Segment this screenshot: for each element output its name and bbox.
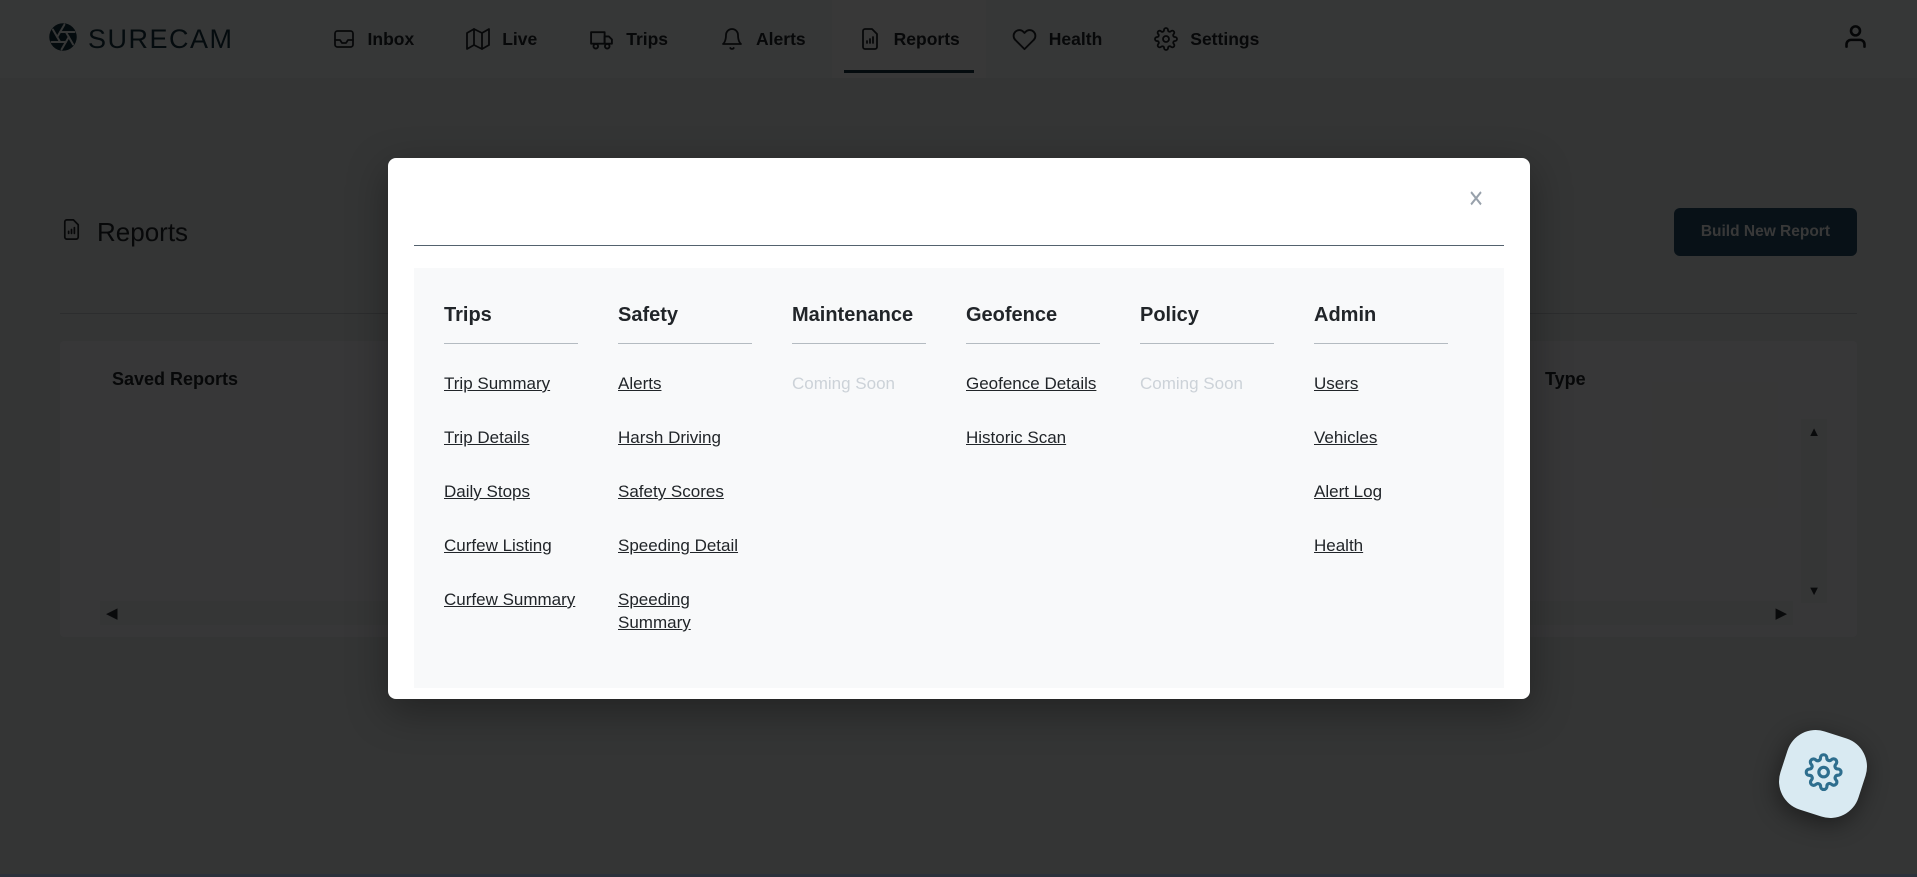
report-link-vehicles[interactable]: Vehicles — [1314, 426, 1448, 449]
modal-header: ✕ — [414, 158, 1504, 246]
report-link-harsh-driving[interactable]: Harsh Driving — [618, 426, 752, 449]
column-title: Trips — [444, 304, 578, 344]
report-link-curfew-listing[interactable]: Curfew Listing — [444, 534, 578, 557]
report-column-trips: Trips Trip Summary Trip Details Daily St… — [444, 304, 578, 688]
report-link-daily-stops[interactable]: Daily Stops — [444, 480, 578, 503]
column-title: Admin — [1314, 304, 1448, 344]
column-title: Maintenance — [792, 304, 926, 344]
report-column-safety: Safety Alerts Harsh Driving Safety Score… — [618, 304, 752, 688]
close-icon[interactable]: ✕ — [1468, 188, 1484, 212]
coming-soon-label: Coming Soon — [792, 374, 896, 393]
report-link-trip-summary[interactable]: Trip Summary — [444, 372, 578, 395]
report-column-maintenance: Maintenance Coming Soon — [792, 304, 926, 688]
coming-soon-label: Coming Soon — [1140, 374, 1244, 393]
report-link-speeding-detail[interactable]: Speeding Detail — [618, 534, 752, 557]
report-column-geofence: Geofence Geofence Details Historic Scan — [966, 304, 1100, 688]
report-link-safety-scores[interactable]: Safety Scores — [618, 480, 752, 503]
report-column-policy: Policy Coming Soon — [1140, 304, 1274, 688]
report-link-alerts[interactable]: Alerts — [618, 372, 752, 395]
report-link-users[interactable]: Users — [1314, 372, 1448, 395]
report-categories-panel: Trips Trip Summary Trip Details Daily St… — [414, 268, 1504, 688]
report-link-historic-scan[interactable]: Historic Scan — [966, 426, 1100, 449]
report-link-speeding-summary[interactable]: Speeding Summary — [618, 588, 752, 634]
report-link-alert-log[interactable]: Alert Log — [1314, 480, 1448, 503]
report-link-curfew-summary[interactable]: Curfew Summary — [444, 588, 578, 611]
report-link-health[interactable]: Health — [1314, 534, 1448, 557]
report-link-trip-details[interactable]: Trip Details — [444, 426, 578, 449]
column-title: Geofence — [966, 304, 1100, 344]
app-window: SURECAM Inbox Live — [0, 0, 1917, 877]
gear-icon — [1798, 748, 1847, 801]
report-picker-modal: ✕ Trips Trip Summary Trip Details Daily … — [388, 158, 1530, 699]
report-column-admin: Admin Users Vehicles Alert Log Health — [1314, 304, 1448, 688]
column-title: Policy — [1140, 304, 1274, 344]
column-title: Safety — [618, 304, 752, 344]
report-link-geofence-details[interactable]: Geofence Details — [966, 372, 1100, 395]
